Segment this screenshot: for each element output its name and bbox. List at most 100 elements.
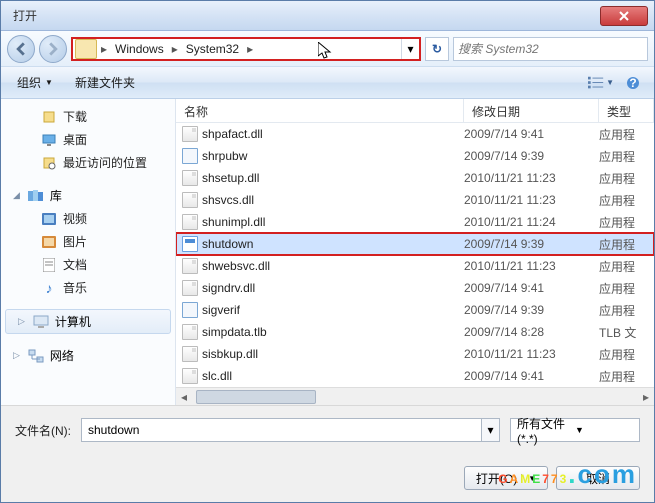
file-icon — [182, 126, 198, 142]
file-icon — [182, 236, 198, 252]
sidebar-item-music[interactable]: ♪ 音乐 — [1, 276, 175, 299]
computer-icon — [33, 314, 49, 330]
sidebar-label: 库 — [50, 187, 62, 204]
file-type: TLB 文 — [599, 324, 654, 341]
help-icon: ? — [626, 76, 640, 90]
arrow-right-icon — [46, 42, 60, 56]
file-row[interactable]: sigverif2009/7/14 9:39应用程 — [176, 299, 654, 321]
breadcrumb-dropdown[interactable]: ▾ — [401, 39, 419, 59]
organize-button[interactable]: 组织 ▼ — [9, 70, 61, 95]
breadcrumb-windows[interactable]: Windows — [109, 39, 170, 59]
file-row[interactable]: shunimpl.dll2010/11/21 11:24应用程 — [176, 211, 654, 233]
back-button[interactable] — [7, 35, 35, 63]
file-icon — [182, 280, 198, 296]
open-button[interactable]: 打开(O) ▼ — [464, 466, 548, 490]
file-name: shutdown — [202, 237, 464, 251]
forward-button[interactable] — [39, 35, 67, 63]
column-name[interactable]: 名称 — [176, 99, 464, 122]
sidebar-group-network[interactable]: ▷ 网络 — [1, 344, 175, 367]
column-date[interactable]: 修改日期 — [464, 99, 599, 122]
libraries-icon — [28, 188, 44, 204]
file-name: shpafact.dll — [202, 127, 464, 141]
arrow-left-icon — [14, 42, 28, 56]
refresh-icon: ↻ — [432, 42, 442, 56]
videos-icon — [41, 211, 57, 227]
filter-label: 所有文件(*.*) — [517, 415, 575, 446]
view-button[interactable]: ▼ — [588, 72, 614, 94]
breadcrumb[interactable]: ▸ Windows ▸ System32 ▸ ▾ — [71, 37, 421, 61]
file-date: 2010/11/21 11:23 — [464, 347, 599, 361]
file-type: 应用程 — [599, 148, 654, 165]
sidebar-item-recent[interactable]: 最近访问的位置 — [1, 151, 175, 174]
sidebar-item-videos[interactable]: 视频 — [1, 207, 175, 230]
file-date: 2010/11/21 11:23 — [464, 193, 599, 207]
sidebar-item-downloads[interactable]: 下载 — [1, 105, 175, 128]
folder-icon — [75, 39, 97, 59]
file-type: 应用程 — [599, 280, 654, 297]
file-date: 2009/7/14 9:39 — [464, 237, 599, 251]
scroll-left-icon[interactable]: ◂ — [176, 389, 192, 405]
cancel-button[interactable]: 取消 — [556, 466, 640, 490]
open-label: 打开(O) — [476, 470, 517, 487]
file-name: shrpubw — [202, 149, 464, 163]
filename-input[interactable] — [88, 423, 475, 437]
close-button[interactable] — [600, 6, 648, 26]
breadcrumb-system32[interactable]: System32 — [180, 39, 245, 59]
titlebar: 打开 — [1, 1, 654, 31]
file-row[interactable]: shsvcs.dll2010/11/21 11:23应用程 — [176, 189, 654, 211]
close-icon — [619, 11, 629, 21]
file-filter[interactable]: 所有文件(*.*) ▼ — [510, 418, 640, 442]
horizontal-scrollbar[interactable]: ◂ ▸ — [176, 387, 654, 405]
chevron-down-icon: ▼ — [45, 78, 53, 87]
chevron-right-icon: ▸ — [99, 42, 109, 56]
filename-input-wrap[interactable] — [81, 418, 482, 442]
documents-icon — [41, 257, 57, 273]
file-row[interactable]: simpdata.tlb2009/7/14 8:28TLB 文 — [176, 321, 654, 343]
help-button[interactable]: ? — [620, 72, 646, 94]
file-row[interactable]: slc.dll2009/7/14 9:41应用程 — [176, 365, 654, 387]
sidebar-item-documents[interactable]: 文档 — [1, 253, 175, 276]
scroll-right-icon[interactable]: ▸ — [638, 389, 654, 405]
file-type: 应用程 — [599, 302, 654, 319]
file-date: 2010/11/21 11:24 — [464, 215, 599, 229]
file-icon — [182, 148, 198, 164]
new-folder-button[interactable]: 新建文件夹 — [67, 70, 143, 95]
file-row[interactable]: shpafact.dll2009/7/14 9:41应用程 — [176, 123, 654, 145]
file-date: 2010/11/21 11:23 — [464, 259, 599, 273]
file-row[interactable]: shrpubw2009/7/14 9:39应用程 — [176, 145, 654, 167]
sidebar-label: 网络 — [50, 347, 74, 364]
music-icon: ♪ — [41, 280, 57, 296]
svg-text:?: ? — [629, 76, 636, 90]
cancel-label: 取消 — [586, 470, 610, 487]
sidebar-label: 图片 — [63, 233, 87, 250]
sidebar-group-libraries[interactable]: ◢ 库 — [1, 184, 175, 207]
file-type: 应用程 — [599, 126, 654, 143]
list-body[interactable]: shpafact.dll2009/7/14 9:41应用程shrpubw2009… — [176, 123, 654, 387]
sidebar[interactable]: 下载 桌面 最近访问的位置 ◢ 库 视频 图片 — [1, 99, 176, 405]
column-type[interactable]: 类型 — [599, 99, 654, 122]
sidebar-group-computer[interactable]: ▷ 计算机 — [5, 309, 171, 334]
scrollbar-thumb[interactable] — [196, 390, 316, 404]
file-row[interactable]: sisbkup.dll2010/11/21 11:23应用程 — [176, 343, 654, 365]
chevron-right-icon: ▸ — [245, 42, 255, 56]
view-icon — [588, 76, 604, 90]
sidebar-item-desktop[interactable]: 桌面 — [1, 128, 175, 151]
sidebar-label: 视频 — [63, 210, 87, 227]
file-row[interactable]: signdrv.dll2009/7/14 9:41应用程 — [176, 277, 654, 299]
refresh-button[interactable]: ↻ — [425, 37, 449, 61]
file-row[interactable]: shwebsvc.dll2010/11/21 11:23应用程 — [176, 255, 654, 277]
sidebar-item-pictures[interactable]: 图片 — [1, 230, 175, 253]
filename-dropdown[interactable]: ▾ — [482, 418, 500, 442]
body-area: 下载 桌面 最近访问的位置 ◢ 库 视频 图片 — [1, 99, 654, 405]
file-name: slc.dll — [202, 369, 464, 383]
search-input[interactable] — [458, 42, 643, 56]
file-row[interactable]: shsetup.dll2010/11/21 11:23应用程 — [176, 167, 654, 189]
file-name: sisbkup.dll — [202, 347, 464, 361]
sidebar-label: 桌面 — [63, 131, 87, 148]
chevron-down-icon: ▼ — [606, 78, 614, 87]
search-box[interactable] — [453, 37, 648, 61]
file-row[interactable]: shutdown2009/7/14 9:39应用程 — [176, 233, 654, 255]
file-date: 2009/7/14 9:41 — [464, 281, 599, 295]
desktop-icon — [41, 132, 57, 148]
file-icon — [182, 258, 198, 274]
